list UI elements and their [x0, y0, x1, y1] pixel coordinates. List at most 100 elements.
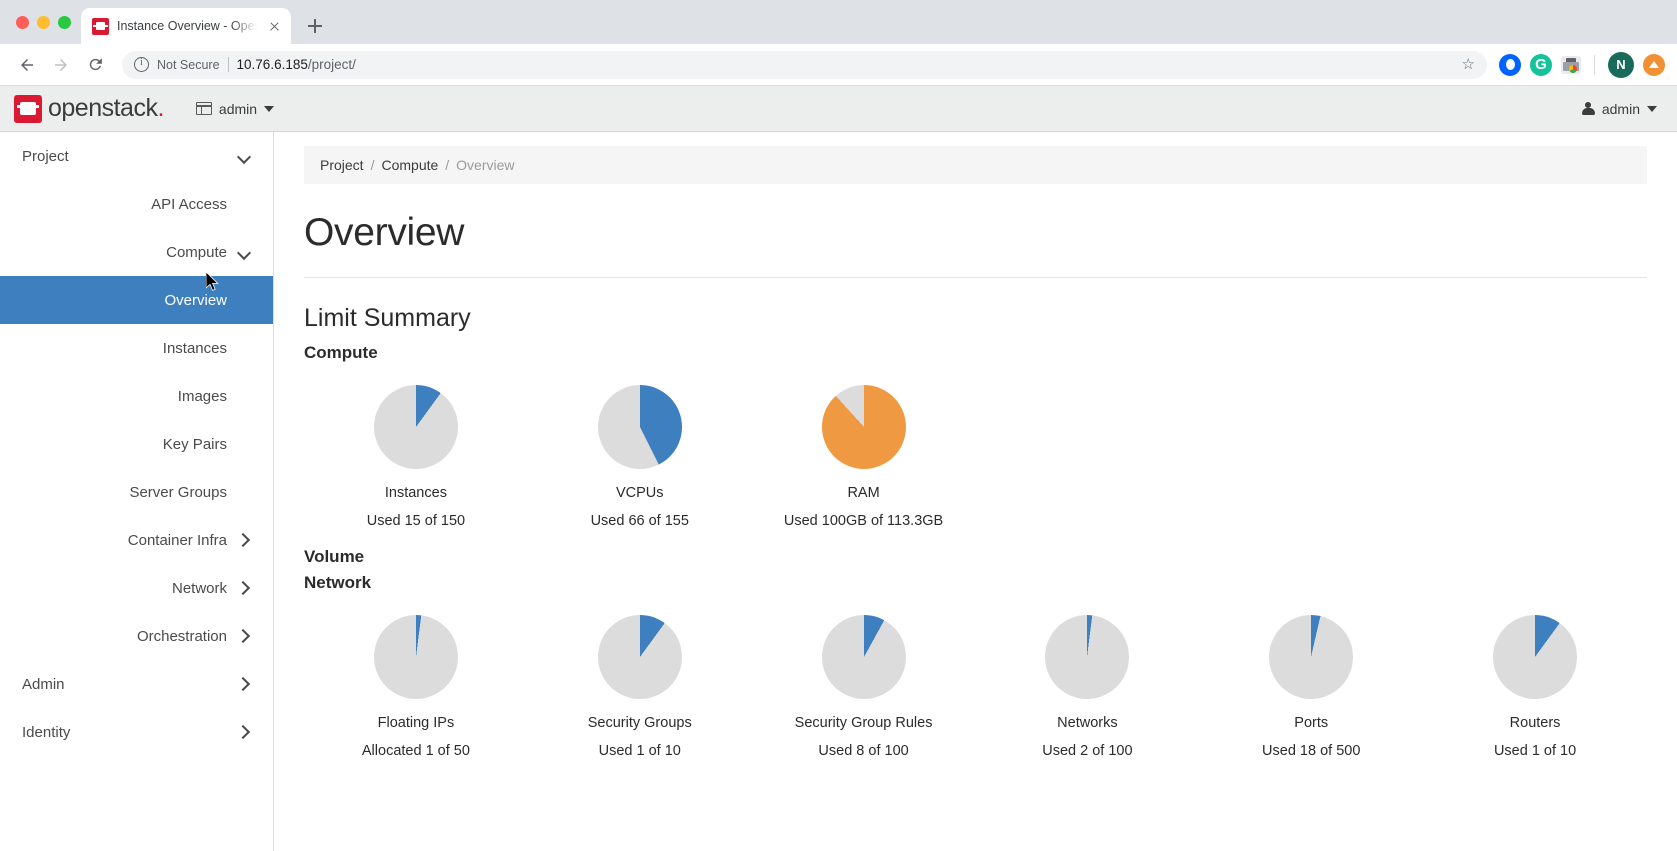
quota-label: Routers — [1509, 715, 1561, 731]
url-text: 10.76.6.185/project/ — [237, 57, 356, 72]
quota-usage-text: Used 66 of 155 — [590, 513, 689, 529]
url-path: /project/ — [307, 57, 356, 72]
quota-usage-text: Used 1 of 10 — [598, 743, 681, 759]
sidebar-item-images[interactable]: Images — [0, 372, 273, 420]
minimize-window-button[interactable] — [37, 15, 50, 29]
reload-icon[interactable] — [80, 50, 110, 80]
quota-usage-text: Used 8 of 100 — [818, 743, 909, 759]
chevron-right-icon — [237, 533, 251, 547]
tab-title: Instance Overview - OpenStack — [117, 19, 257, 33]
update-icon[interactable] — [1643, 53, 1665, 76]
pie-chart — [1269, 615, 1354, 699]
sidebar-item-network[interactable]: Network — [0, 564, 273, 612]
icon-spacer — [237, 197, 251, 211]
project-switcher[interactable]: admin — [195, 100, 275, 117]
quota-usage-text: Used 1 of 10 — [1493, 743, 1577, 759]
quota-usage-text: Allocated 1 of 50 — [361, 743, 470, 759]
profile-avatar[interactable]: N — [1608, 51, 1634, 78]
tab-strip: Instance Overview - OpenStack — [0, 0, 1677, 44]
quota-cell: VCPUs Used 66 of 155 — [528, 367, 752, 529]
openstack-dashboard: openstack. admin admin Project API Access… — [0, 86, 1677, 851]
new-tab-button[interactable] — [301, 12, 329, 40]
sidebar-item-project[interactable]: Project — [0, 132, 273, 180]
quota-usage-text: Used 2 of 100 — [1042, 743, 1133, 759]
sidebar-item-label: Key Pairs — [162, 435, 227, 453]
page-title: Overview — [304, 211, 465, 254]
breadcrumb-separator: / — [445, 157, 450, 173]
forward-icon[interactable] — [46, 50, 76, 80]
sidebar-item-orchestration[interactable]: Orchestration — [0, 612, 273, 660]
volume-section-heading: Volume — [304, 547, 365, 566]
quota-cell: Security Groups Used 1 of 10 — [528, 597, 752, 759]
sidebar-item-compute[interactable]: Compute — [0, 228, 273, 276]
icon-spacer — [237, 389, 251, 403]
sidebar-item-admin[interactable]: Admin — [0, 660, 273, 708]
bookmark-star-icon[interactable]: ☆ — [1462, 57, 1475, 72]
opera-extension-icon[interactable] — [1499, 53, 1521, 76]
sidebar-item-server-groups[interactable]: Server Groups — [0, 468, 273, 516]
quota-usage-text: Used 100GB of 113.3GB — [783, 513, 944, 529]
omnibox-divider — [227, 57, 229, 72]
quota-cell: Networks Used 2 of 100 — [975, 597, 1199, 759]
icon-spacer — [237, 485, 251, 499]
sidebar-item-overview[interactable]: Overview — [0, 276, 273, 324]
sidebar-item-label: Container Infra — [127, 531, 227, 549]
icon-spacer — [237, 341, 251, 355]
quota-label: Security Group Rules — [794, 715, 933, 731]
breadcrumb-item-compute[interactable]: Compute — [381, 157, 438, 173]
breadcrumb-item-project[interactable]: Project — [320, 157, 364, 173]
compute-section-heading: Compute — [304, 343, 378, 362]
quota-label: Ports — [1294, 715, 1329, 731]
quota-cell: RAM Used 100GB of 113.3GB — [752, 367, 976, 529]
print-friendly-extension-icon[interactable] — [1561, 55, 1581, 74]
maximize-window-button[interactable] — [58, 15, 71, 29]
sidebar-item-instances[interactable]: Instances — [0, 324, 273, 372]
app-header: openstack. admin admin — [0, 86, 1677, 132]
sidebar-item-label: Compute — [166, 243, 227, 261]
quota-label: Networks — [1057, 715, 1118, 731]
sidebar-item-label: Images — [177, 387, 227, 405]
openstack-favicon — [92, 17, 109, 35]
sidebar-item-identity[interactable]: Identity — [0, 708, 273, 756]
pie-chart — [597, 615, 682, 699]
extensions-area: G N — [1499, 51, 1665, 78]
limit-summary-heading: Limit Summary — [304, 304, 471, 332]
project-switcher-label: admin — [218, 100, 258, 117]
sidebar-item-container-infra[interactable]: Container Infra — [0, 516, 273, 564]
close-icon[interactable] — [265, 17, 283, 35]
browser-chrome: Instance Overview - OpenStack Not Secure… — [0, 0, 1677, 86]
sidebar-item-key-pairs[interactable]: Key Pairs — [0, 420, 273, 468]
sidebar-item-label: Instances — [162, 339, 227, 357]
title-divider — [304, 277, 1647, 278]
pie-chart — [597, 385, 682, 469]
pie-chart — [821, 615, 906, 699]
browser-toolbar: Not Secure 10.76.6.185/project/ ☆ G N — [0, 44, 1677, 86]
window-traffic-lights — [10, 0, 81, 44]
address-bar[interactable]: Not Secure 10.76.6.185/project/ ☆ — [122, 50, 1487, 79]
quota-cell: Instances Used 15 of 150 — [304, 367, 528, 529]
quota-cell-empty — [1423, 367, 1647, 529]
back-icon[interactable] — [12, 50, 42, 80]
sidebar-item-label: Project — [22, 147, 69, 165]
grammarly-extension-icon[interactable]: G — [1530, 53, 1552, 76]
grid-icon — [195, 102, 212, 115]
network-section-heading: Network — [304, 573, 372, 592]
browser-tab[interactable]: Instance Overview - OpenStack — [81, 8, 291, 44]
url-host: 10.76.6.185 — [236, 57, 308, 72]
quota-usage-text: Used 15 of 150 — [366, 513, 466, 529]
sidebar-item-label: Admin — [22, 675, 65, 693]
quota-label: Instances — [384, 485, 447, 501]
sidebar-item-label: Server Groups — [129, 483, 227, 501]
openstack-logo-icon — [14, 94, 42, 123]
openstack-logo[interactable]: openstack. — [14, 94, 164, 123]
pie-chart — [373, 615, 458, 699]
user-menu-label: admin — [1601, 100, 1640, 117]
quota-cell-empty — [1199, 367, 1423, 529]
sidebar-item-api-access[interactable]: API Access — [0, 180, 273, 228]
sidebar-item-label: Overview — [164, 291, 227, 309]
user-menu[interactable]: admin — [1581, 100, 1657, 117]
info-icon[interactable] — [134, 57, 149, 72]
close-window-button[interactable] — [16, 15, 29, 29]
compute-quota-row: Instances Used 15 of 150 VCPUs Used 66 of 1… — [304, 367, 1647, 529]
sidebar-item-label: Orchestration — [136, 627, 227, 645]
